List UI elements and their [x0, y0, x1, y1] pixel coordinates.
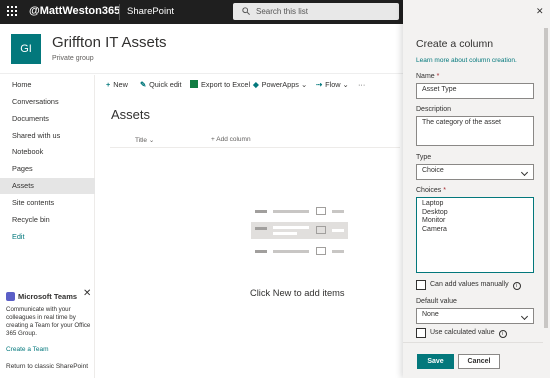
teams-description: Communicate with your colleagues in real…: [6, 306, 91, 337]
name-field[interactable]: Asset Type: [416, 83, 534, 99]
save-button[interactable]: Save: [417, 354, 454, 369]
required-marker: *: [443, 187, 446, 194]
default-value: None: [422, 311, 439, 318]
nav-item-shared[interactable]: Shared with us: [0, 128, 95, 144]
required-marker: *: [436, 73, 440, 80]
choice-item: Laptop: [422, 200, 444, 207]
add-column-label: Add column: [216, 136, 251, 143]
teams-logo-icon: [6, 292, 15, 301]
search-placeholder: Search this list: [256, 7, 309, 16]
quick-edit-label: Quick edit: [149, 80, 182, 89]
nav-item-home[interactable]: Home: [0, 77, 95, 93]
manual-values-label: Can add values manually i: [430, 281, 521, 290]
divider: [119, 4, 120, 20]
nav-item-site-contents[interactable]: Site contents: [0, 195, 95, 211]
site-subtitle: Private group: [52, 55, 94, 62]
calculated-value-label: Use calculated value i: [430, 329, 507, 338]
tenant-name[interactable]: @MattWeston365: [29, 5, 120, 17]
choice-item: Camera: [422, 225, 447, 233]
info-icon[interactable]: i: [498, 330, 507, 338]
search-icon: [242, 7, 250, 15]
nav-item-documents[interactable]: Documents: [0, 111, 95, 127]
plus-icon: +: [106, 80, 111, 89]
info-icon[interactable]: i: [512, 282, 521, 290]
panel-title: Create a column: [416, 38, 494, 50]
app-name[interactable]: SharePoint: [127, 6, 174, 17]
teams-promo: Microsoft Teams Communicate with your co…: [6, 292, 94, 353]
chevron-down-icon: [520, 168, 529, 177]
site-header: GI Griffton IT Assets Private group: [0, 24, 403, 74]
nav-item-conversations[interactable]: Conversations: [0, 94, 95, 110]
add-column-button[interactable]: + Add column: [211, 136, 251, 143]
nav-item-pages[interactable]: Pages: [0, 161, 95, 177]
quick-edit-button[interactable]: ✎ Quick edit: [140, 80, 182, 89]
close-panel-icon[interactable]: ✕: [536, 6, 544, 17]
calculated-value-checkbox[interactable]: [416, 328, 426, 338]
cancel-button[interactable]: Cancel: [458, 354, 500, 369]
teams-title: Microsoft Teams: [6, 292, 94, 301]
panel-scrollbar[interactable]: [543, 18, 549, 378]
description-field[interactable]: The category of the asset: [416, 116, 534, 146]
choice-item: Monitor: [422, 217, 446, 224]
nav-item-assets[interactable]: Assets: [0, 178, 95, 194]
default-value-label: Default value: [416, 298, 457, 305]
choice-item: Desktop: [422, 208, 448, 216]
name-label: Name *: [416, 73, 439, 80]
name-label-text: Name: [416, 73, 435, 80]
app-launcher-icon[interactable]: [7, 6, 18, 17]
export-label: Export to Excel: [201, 80, 251, 89]
site-logo[interactable]: GI: [11, 34, 41, 64]
powerapps-icon: ◆: [253, 80, 259, 89]
new-label: New: [113, 80, 128, 89]
flow-icon: ⇢: [316, 80, 323, 89]
create-team-link[interactable]: Create a Team: [6, 346, 94, 353]
pencil-icon: ✎: [140, 80, 147, 89]
more-button[interactable]: ···: [358, 80, 365, 89]
search-box[interactable]: Search this list: [233, 3, 399, 20]
return-classic-link[interactable]: Return to classic SharePoint: [6, 363, 88, 370]
chevron-down-icon: [520, 312, 529, 321]
title-column-label: Title: [135, 137, 148, 144]
create-column-panel: ✕ Create a column Learn more about colum…: [403, 0, 550, 378]
choices-textarea[interactable]: Laptop Desktop Monitor Camera: [416, 197, 534, 273]
command-bar: + New ✎ Quick edit Export to Excel ◆ PowerA…: [96, 76, 403, 94]
scrollbar-thumb[interactable]: [544, 28, 548, 328]
powerapps-button[interactable]: ◆ PowerApps ⌄: [253, 80, 307, 89]
default-value-dropdown[interactable]: None: [416, 308, 534, 324]
type-label: Type: [416, 154, 432, 161]
manual-values-checkbox[interactable]: [416, 280, 426, 290]
title-column-header[interactable]: Title ⌄: [135, 136, 154, 144]
column-header-row: Title ⌄ + Add column: [110, 132, 400, 148]
teams-title-text: Microsoft Teams: [18, 292, 78, 301]
choices-label: Choices *: [416, 187, 446, 194]
export-excel-button[interactable]: Export to Excel: [190, 80, 250, 89]
nav-item-notebook[interactable]: Notebook: [0, 144, 95, 160]
site-title[interactable]: Griffton IT Assets: [52, 34, 167, 51]
close-icon[interactable]: ✕: [83, 288, 91, 299]
flow-label: Flow: [325, 80, 341, 89]
type-value: Choice: [422, 167, 444, 174]
learn-more-link[interactable]: Learn more about column creation.: [416, 57, 517, 64]
divider: [403, 342, 546, 343]
calculated-value-text: Use calculated value: [430, 329, 495, 336]
powerapps-label: PowerApps: [261, 80, 299, 89]
list-title: Assets: [111, 107, 151, 122]
flow-button[interactable]: ⇢ Flow ⌄: [316, 80, 349, 89]
empty-list-illustration: [251, 203, 348, 265]
nav-edit-link[interactable]: Edit: [0, 229, 95, 245]
choices-label-text: Choices: [416, 187, 442, 194]
new-button[interactable]: + New: [106, 80, 128, 89]
description-label: Description: [416, 106, 452, 113]
nav-item-recycle-bin[interactable]: Recycle bin: [0, 212, 95, 228]
type-dropdown[interactable]: Choice: [416, 164, 534, 180]
empty-message: Click New to add items: [250, 288, 345, 298]
excel-icon: [190, 80, 198, 88]
manual-values-text: Can add values manually: [430, 281, 509, 288]
